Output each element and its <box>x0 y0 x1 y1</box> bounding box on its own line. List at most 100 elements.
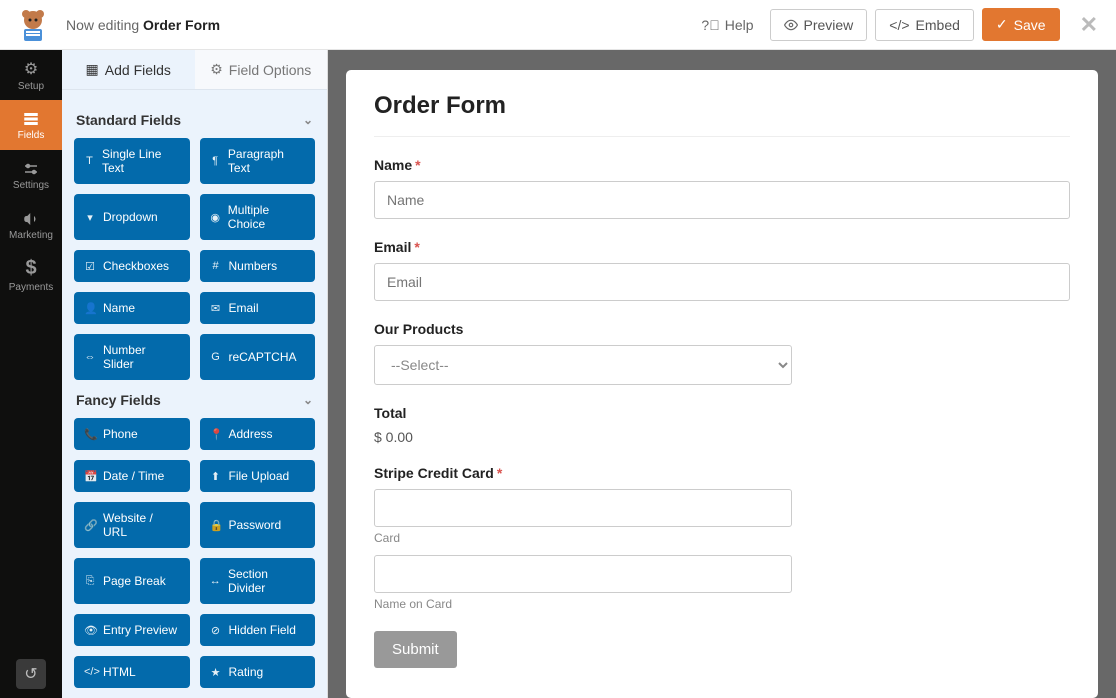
total-value: $ 0.00 <box>374 429 1070 445</box>
tab-add-fields[interactable]: ▦Add Fields <box>62 50 195 89</box>
field-paragraph-text[interactable]: ¶Paragraph Text <box>200 138 316 184</box>
top-bar: Now editing Order Form ?⃝Help Preview </… <box>0 0 1116 50</box>
card-sublabel: Card <box>374 531 1070 545</box>
upload-icon: ⬆ <box>210 470 222 483</box>
envelope-icon: ✉ <box>210 302 222 315</box>
text-icon: T <box>84 155 95 167</box>
sliders-icon: ⚙ <box>210 61 223 78</box>
name-input[interactable] <box>374 181 1070 219</box>
history-button[interactable]: ↺ <box>16 659 46 689</box>
form-name: Order Form <box>143 17 220 33</box>
field-number-slider[interactable]: ⇔Number Slider <box>74 334 190 380</box>
field-recaptcha[interactable]: GreCAPTCHA <box>200 334 316 380</box>
grid-icon <box>22 110 40 128</box>
check-icon: ✓ <box>996 16 1008 33</box>
form-field-name[interactable]: Name* <box>374 157 1070 219</box>
form-field-total: Total $ 0.00 <box>374 405 1070 445</box>
chevron-down-icon: ⌄ <box>303 113 313 127</box>
field-name[interactable]: 👤Name <box>74 292 190 324</box>
calendar-icon: 📅 <box>84 470 96 483</box>
plus-grid-icon: ▦ <box>86 61 99 78</box>
left-sidebar: ⚙ Setup Fields Settings Marketing $ Paym… <box>0 50 62 698</box>
name-on-card-sublabel: Name on Card <box>374 597 1070 611</box>
star-icon: ★ <box>210 666 222 679</box>
lock-icon: 🔒 <box>210 519 222 532</box>
code-icon: </> <box>889 17 909 33</box>
products-label: Our Products <box>374 321 1070 337</box>
field-multiple-choice[interactable]: ◉Multiple Choice <box>200 194 316 240</box>
field-phone[interactable]: 📞Phone <box>74 418 190 450</box>
help-icon: ?⃝ <box>701 17 719 33</box>
field-rating[interactable]: ★Rating <box>200 656 316 688</box>
sidebar-item-settings[interactable]: Settings <box>0 150 62 200</box>
hash-icon: # <box>210 260 222 272</box>
sidebar-item-fields[interactable]: Fields <box>0 100 62 150</box>
sidebar-item-marketing[interactable]: Marketing <box>0 200 62 250</box>
field-file-upload[interactable]: ⬆File Upload <box>200 460 316 492</box>
paragraph-icon: ¶ <box>210 155 221 167</box>
chevron-down-icon: ⌄ <box>303 393 313 407</box>
products-select[interactable]: --Select-- <box>374 345 792 385</box>
total-label: Total <box>374 405 1070 421</box>
slider-icon: ⇔ <box>84 351 96 363</box>
dollar-icon: $ <box>25 257 36 280</box>
field-address[interactable]: 📍Address <box>200 418 316 450</box>
field-checkboxes[interactable]: ☑Checkboxes <box>74 250 190 282</box>
close-button[interactable]: ✕ <box>1068 12 1104 38</box>
form-field-email[interactable]: Email* <box>374 239 1070 301</box>
section-fancy-fields[interactable]: Fancy Fields ⌄ <box>74 380 315 418</box>
code-icon: </> <box>84 666 96 678</box>
field-single-line-text[interactable]: TSingle Line Text <box>74 138 190 184</box>
field-date-time[interactable]: 📅Date / Time <box>74 460 190 492</box>
email-label: Email* <box>374 239 1070 255</box>
field-dropdown[interactable]: ▾Dropdown <box>74 194 190 240</box>
card-input[interactable] <box>374 489 792 527</box>
email-input[interactable] <box>374 263 1070 301</box>
name-label: Name* <box>374 157 1070 173</box>
section-standard-fields[interactable]: Standard Fields ⌄ <box>74 100 315 138</box>
dropdown-icon: ▾ <box>84 211 96 224</box>
phone-icon: 📞 <box>84 428 96 441</box>
field-password[interactable]: 🔒Password <box>200 502 316 548</box>
stripe-label: Stripe Credit Card* <box>374 465 1070 481</box>
form-field-products[interactable]: Our Products --Select-- <box>374 321 1070 385</box>
field-hidden-field[interactable]: ⊘Hidden Field <box>200 614 316 646</box>
divider-icon: ↔ <box>210 575 221 587</box>
eye-icon <box>784 18 798 32</box>
checkbox-icon: ☑ <box>84 260 96 273</box>
editing-title: Now editing Order Form <box>66 17 693 33</box>
form-title: Order Form <box>374 92 1070 137</box>
field-website-url[interactable]: 🔗Website / URL <box>74 502 190 548</box>
recaptcha-icon: G <box>210 351 222 363</box>
hidden-icon: ⊘ <box>210 624 222 637</box>
sidebar-item-setup[interactable]: ⚙ Setup <box>0 50 62 100</box>
logo <box>12 4 54 46</box>
embed-button[interactable]: </>Embed <box>875 9 974 41</box>
tab-field-options[interactable]: ⚙Field Options <box>195 50 328 89</box>
field-page-break[interactable]: ⎘Page Break <box>74 558 190 604</box>
pin-icon: 📍 <box>210 428 222 441</box>
help-link[interactable]: ?⃝Help <box>693 17 761 33</box>
form-field-stripe[interactable]: Stripe Credit Card* Card Name on Card <box>374 465 1070 611</box>
sidebar-item-payments[interactable]: $ Payments <box>0 250 62 300</box>
radio-icon: ◉ <box>210 211 221 224</box>
name-on-card-input[interactable] <box>374 555 792 593</box>
field-numbers[interactable]: #Numbers <box>200 250 316 282</box>
sliders-icon <box>22 160 40 178</box>
field-html[interactable]: </>HTML <box>74 656 190 688</box>
field-email[interactable]: ✉Email <box>200 292 316 324</box>
gear-icon: ⚙ <box>24 59 38 79</box>
megaphone-icon <box>22 210 40 228</box>
fields-panel: ▦Add Fields ⚙Field Options Standard Fiel… <box>62 50 328 698</box>
link-icon: 🔗 <box>84 519 96 532</box>
field-section-divider[interactable]: ↔Section Divider <box>200 558 316 604</box>
eye-icon: 👁 <box>84 624 96 637</box>
undo-icon: ↺ <box>24 664 37 684</box>
save-button[interactable]: ✓Save <box>982 8 1060 41</box>
preview-button[interactable]: Preview <box>770 9 868 41</box>
field-entry-preview[interactable]: 👁Entry Preview <box>74 614 190 646</box>
user-icon: 👤 <box>84 302 96 315</box>
form-preview: Order Form Name* Email* Our Products --S… <box>346 70 1098 698</box>
form-canvas: Order Form Name* Email* Our Products --S… <box>328 50 1116 698</box>
submit-button[interactable]: Submit <box>374 631 457 668</box>
